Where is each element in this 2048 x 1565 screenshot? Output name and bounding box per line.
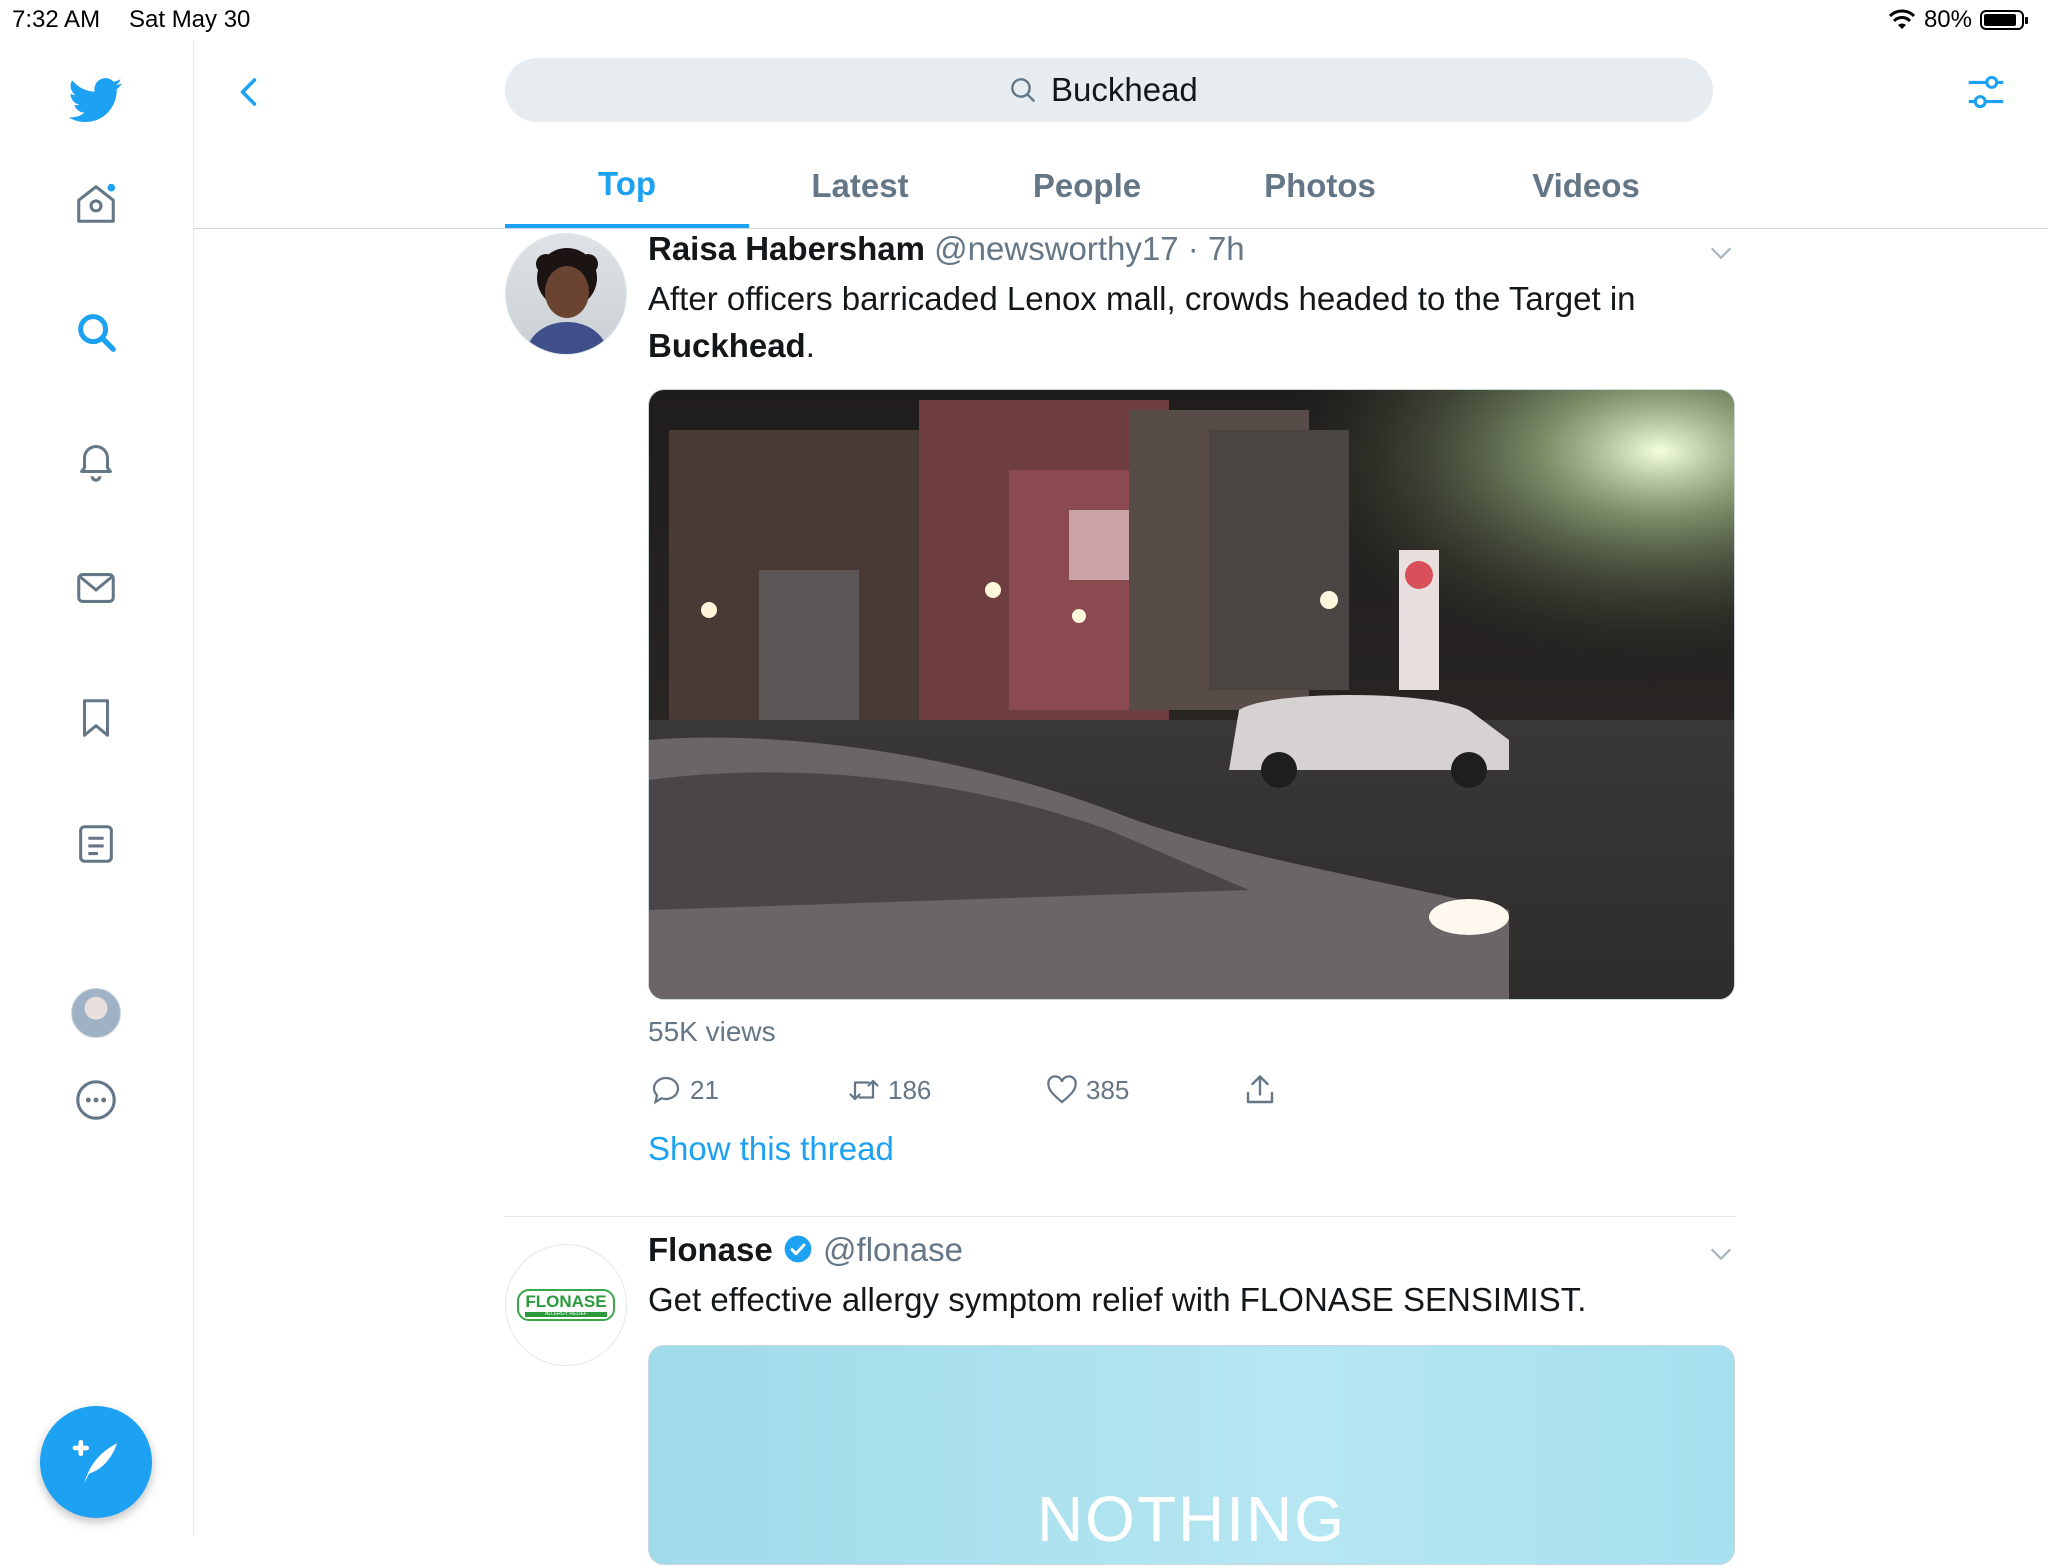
retweet-count: 186 [888,1074,932,1105]
battery-percent: 80% [1923,6,1972,33]
tab-latest[interactable]: Latest [749,144,971,228]
status-date: Sat May 30 [129,6,251,33]
notifications-bell-icon[interactable] [60,424,132,496]
wifi-icon [1888,9,1916,29]
retweet-icon [849,1079,879,1101]
sliders-icon [1968,75,2004,109]
ad-media-text: NOTHING [1036,1483,1347,1555]
back-button[interactable] [222,64,278,120]
status-bar: 7:32 AM Sat May 30 80% [0,0,2048,40]
author-avatar[interactable] [505,233,627,355]
compose-feather-icon [72,1439,117,1483]
chevron-left-icon [240,78,257,106]
lists-icon[interactable] [60,808,132,880]
search-icon[interactable] [60,296,132,368]
author-name[interactable]: Raisa Habersham [648,230,925,267]
tweet-time: 7h [1207,230,1245,267]
search-bar[interactable] [505,58,1713,122]
flonase-logo-subtext: ALLERGY RELIEF [525,1312,607,1317]
sidebar [0,40,194,1536]
search-input[interactable] [1051,71,1211,109]
twitter-bird-icon[interactable] [60,64,132,136]
flonase-logo-text: FLONASE [525,1292,607,1311]
show-thread-link[interactable]: Show this thread [648,1130,1735,1168]
verified-badge-icon [784,1235,812,1263]
search-tabs: Top Latest People Photos Videos [505,144,1735,228]
bookmark-icon[interactable] [60,682,132,754]
battery-icon [1980,10,2028,30]
status-time: 7:32 AM [12,6,101,33]
author-handle[interactable]: @flonase [823,1231,963,1268]
like-count: 385 [1086,1074,1130,1105]
search-filters-button[interactable] [1958,64,2014,120]
home-icon[interactable] [60,168,132,240]
reply-count: 21 [690,1074,719,1105]
tweet-text: Get effective allergy symptom relief wit… [648,1281,1587,1318]
tweet-header: Raisa Habersham @newsworthy17 · 7h [648,230,1245,267]
retweet-button[interactable]: 186 [846,1072,1044,1108]
tweet-header: Flonase @flonase [648,1230,1735,1270]
share-icon [1246,1075,1274,1104]
tweet-ad-media[interactable]: NOTHING [648,1345,1735,1565]
search-header: Top Latest People Photos Videos [194,40,2048,229]
share-button[interactable] [1242,1072,1278,1108]
compose-tweet-button[interactable] [40,1406,152,1518]
search-highlight: Buckhead [648,327,806,364]
tweet-body: Flonase @flonase Get effective allergy s… [648,1230,1735,1565]
tweet-text: After officers barricaded Lenox mall, cr… [648,280,1636,364]
chevron-down-icon[interactable] [1707,239,1735,267]
author-name[interactable]: Flonase [648,1231,773,1268]
status-right: 80% [1888,6,2028,34]
search-icon [1011,78,1035,102]
tweet-video[interactable] [648,389,1735,1000]
tab-people[interactable]: People [971,144,1203,228]
tweet-divider [505,1216,1735,1217]
tweet-body: Raisa Habersham @newsworthy17 · 7h After… [648,229,1735,1168]
tab-photos[interactable]: Photos [1203,144,1437,228]
messages-envelope-icon[interactable] [60,552,132,624]
author-handle[interactable]: @newsworthy17 [934,230,1178,267]
reply-icon [652,1076,680,1105]
chevron-down-icon[interactable] [1707,1240,1735,1268]
more-icon[interactable] [60,1064,132,1136]
heart-icon [1047,1075,1077,1104]
author-avatar[interactable]: FLONASE ALLERGY RELIEF [505,1244,627,1366]
tab-top[interactable]: Top [505,144,749,228]
like-button[interactable]: 385 [1044,1072,1242,1108]
tab-videos[interactable]: Videos [1437,144,1735,228]
view-count: 55K views [648,1016,776,1047]
profile-avatar[interactable] [71,988,121,1038]
reply-button[interactable]: 21 [648,1072,846,1108]
tweet-actions: 21 186 385 [648,1072,1735,1108]
